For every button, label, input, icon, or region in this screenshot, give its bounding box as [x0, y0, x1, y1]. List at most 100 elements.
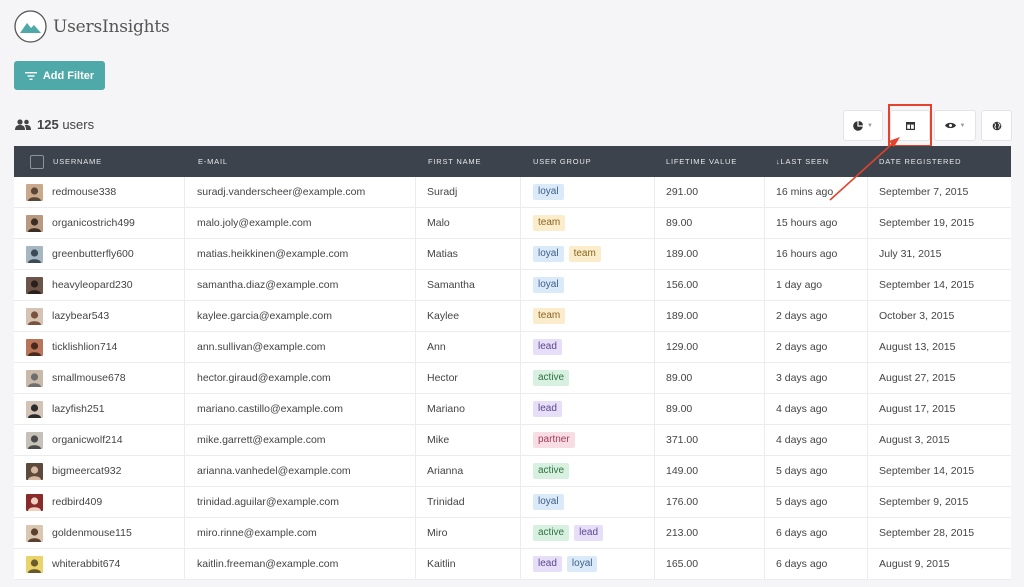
column-last-seen[interactable]: ↓Last Seen: [765, 146, 868, 177]
username[interactable]: organicwolf214: [52, 434, 123, 446]
user-group-tag[interactable]: team: [533, 215, 566, 231]
columns-visibility-button[interactable]: ▼: [934, 110, 976, 141]
user-group-tag[interactable]: partner: [533, 432, 575, 448]
table-row[interactable]: lazybear543 kaylee.garcia@example.com Ka…: [14, 301, 1011, 332]
user-group-tag[interactable]: lead: [574, 525, 604, 541]
user-group-tag[interactable]: lead: [533, 401, 562, 417]
user-group-tag[interactable]: team: [533, 308, 566, 324]
column-date-registered[interactable]: Date Registered: [868, 146, 1011, 177]
email-cell: malo.joly@example.com: [185, 208, 416, 238]
table-row[interactable]: redmouse338 suradj.vanderscheer@example.…: [14, 177, 1011, 208]
date-registered-cell: September 7, 2015: [879, 186, 969, 198]
username-cell[interactable]: organicostrich499: [14, 208, 185, 238]
table-row[interactable]: smallmouse678 hector.giraud@example.com …: [14, 363, 1011, 394]
column-first-name[interactable]: First Name: [416, 146, 521, 177]
email-cell: kaylee.garcia@example.com: [185, 301, 416, 331]
username[interactable]: ticklishlion714: [52, 341, 117, 353]
app-logo[interactable]: UsersInsights: [14, 10, 170, 43]
username[interactable]: redmouse338: [52, 186, 116, 198]
pie-chart-icon: [853, 120, 864, 131]
first-name-cell: Kaitlin: [416, 549, 521, 579]
last-seen-cell: 4 days ago: [765, 394, 868, 424]
username-cell[interactable]: goldenmouse115: [14, 518, 185, 548]
table-row[interactable]: heavyleopard230 samantha.diaz@example.co…: [14, 270, 1011, 301]
column-email[interactable]: E-mail: [185, 146, 416, 177]
last-seen-cell: 5 days ago: [765, 456, 868, 486]
user-group-tag[interactable]: loyal: [533, 277, 564, 293]
username-cell[interactable]: smallmouse678: [14, 363, 185, 393]
first-name-cell: Matias: [416, 239, 521, 269]
lifetime-value-cell: 213.00: [655, 518, 765, 548]
user-group-cell: lead: [521, 394, 655, 424]
column-lifetime-value[interactable]: Lifetime Value: [655, 146, 765, 177]
email-cell: suradj.vanderscheer@example.com: [185, 177, 416, 207]
user-group-tag[interactable]: active: [533, 463, 570, 479]
table-row[interactable]: goldenmouse115 miro.rinne@example.com Mi…: [14, 518, 1011, 549]
column-user-group[interactable]: User Group: [521, 146, 655, 177]
user-group-tag[interactable]: team: [568, 246, 601, 262]
user-group-cell: partner: [521, 425, 655, 455]
username-cell[interactable]: organicwolf214: [14, 425, 185, 455]
username-cell[interactable]: ticklishlion714: [14, 332, 185, 362]
select-all-checkbox[interactable]: [30, 154, 44, 169]
username-cell[interactable]: bigmeercat932: [14, 456, 185, 486]
username[interactable]: heavyleopard230: [52, 279, 133, 291]
user-group-tag[interactable]: lead: [533, 339, 562, 355]
add-filter-button[interactable]: Add Filter: [14, 61, 105, 90]
username[interactable]: whiterabbit674: [52, 558, 120, 570]
eye-icon: [944, 122, 956, 129]
table-row[interactable]: whiterabbit674 kaitlin.freeman@example.c…: [14, 549, 1011, 580]
date-registered-cell: September 19, 2015: [879, 217, 975, 229]
user-group-cell: active lead: [521, 518, 655, 548]
lifetime-value-cell: 156.00: [655, 270, 765, 300]
table-row[interactable]: organicostrich499 malo.joly@example.com …: [14, 208, 1011, 239]
username-cell[interactable]: lazyfish251: [14, 394, 185, 424]
charts-button[interactable]: ▼: [843, 110, 883, 141]
user-group-tag[interactable]: lead: [533, 556, 562, 572]
username[interactable]: greenbutterfly600: [52, 248, 134, 260]
email-cell: arianna.vanhedel@example.com: [185, 456, 416, 486]
table-row[interactable]: bigmeercat932 arianna.vanhedel@example.c…: [14, 456, 1011, 487]
username-cell[interactable]: redbird409: [14, 487, 185, 517]
username-cell[interactable]: heavyleopard230: [14, 270, 185, 300]
user-group-tag[interactable]: active: [533, 370, 570, 386]
lifetime-value-cell: 89.00: [655, 363, 765, 393]
user-group-tag[interactable]: loyal: [533, 246, 564, 262]
table-row[interactable]: redbird409 trinidad.aguilar@example.com …: [14, 487, 1011, 518]
username-cell[interactable]: whiterabbit674: [14, 549, 185, 579]
username-cell[interactable]: redmouse338: [14, 177, 185, 207]
username-cell[interactable]: greenbutterfly600: [14, 239, 185, 269]
user-group-tag[interactable]: active: [533, 525, 570, 541]
username[interactable]: redbird409: [52, 496, 102, 508]
user-group-tag[interactable]: loyal: [566, 556, 598, 572]
lifetime-value-cell: 189.00: [655, 239, 765, 269]
avatar: [26, 245, 43, 263]
username-cell[interactable]: lazybear543: [14, 301, 185, 331]
username[interactable]: goldenmouse115: [52, 527, 132, 539]
lifetime-value-cell: 189.00: [655, 301, 765, 331]
globe-button[interactable]: [981, 110, 1012, 141]
lifetime-value-cell: 129.00: [655, 332, 765, 362]
table-row[interactable]: greenbutterfly600 matias.heikkinen@examp…: [14, 239, 1011, 270]
username[interactable]: lazybear543: [52, 310, 109, 322]
column-username[interactable]: Username: [14, 146, 185, 177]
username[interactable]: lazyfish251: [52, 403, 105, 415]
avatar: [26, 524, 43, 542]
user-group-cell: team: [521, 301, 655, 331]
username[interactable]: smallmouse678: [52, 372, 126, 384]
username[interactable]: bigmeercat932: [52, 465, 121, 477]
table-row[interactable]: organicwolf214 mike.garrett@example.com …: [14, 425, 1011, 456]
date-registered-cell: August 27, 2015: [879, 372, 956, 384]
user-group-tag[interactable]: loyal: [533, 184, 564, 200]
table-row[interactable]: lazyfish251 mariano.castillo@example.com…: [14, 394, 1011, 425]
table-row[interactable]: ticklishlion714 ann.sullivan@example.com…: [14, 332, 1011, 363]
avatar: [26, 307, 43, 325]
username[interactable]: organicostrich499: [52, 217, 135, 229]
last-seen-cell: 1 day ago: [765, 270, 868, 300]
segments-button[interactable]: [890, 110, 930, 141]
date-registered-cell: October 3, 2015: [879, 310, 955, 322]
date-registered-cell: August 9, 2015: [879, 558, 950, 570]
user-group-tag[interactable]: loyal: [533, 494, 564, 510]
user-group-cell: loyal: [521, 487, 655, 517]
avatar: [26, 276, 43, 294]
